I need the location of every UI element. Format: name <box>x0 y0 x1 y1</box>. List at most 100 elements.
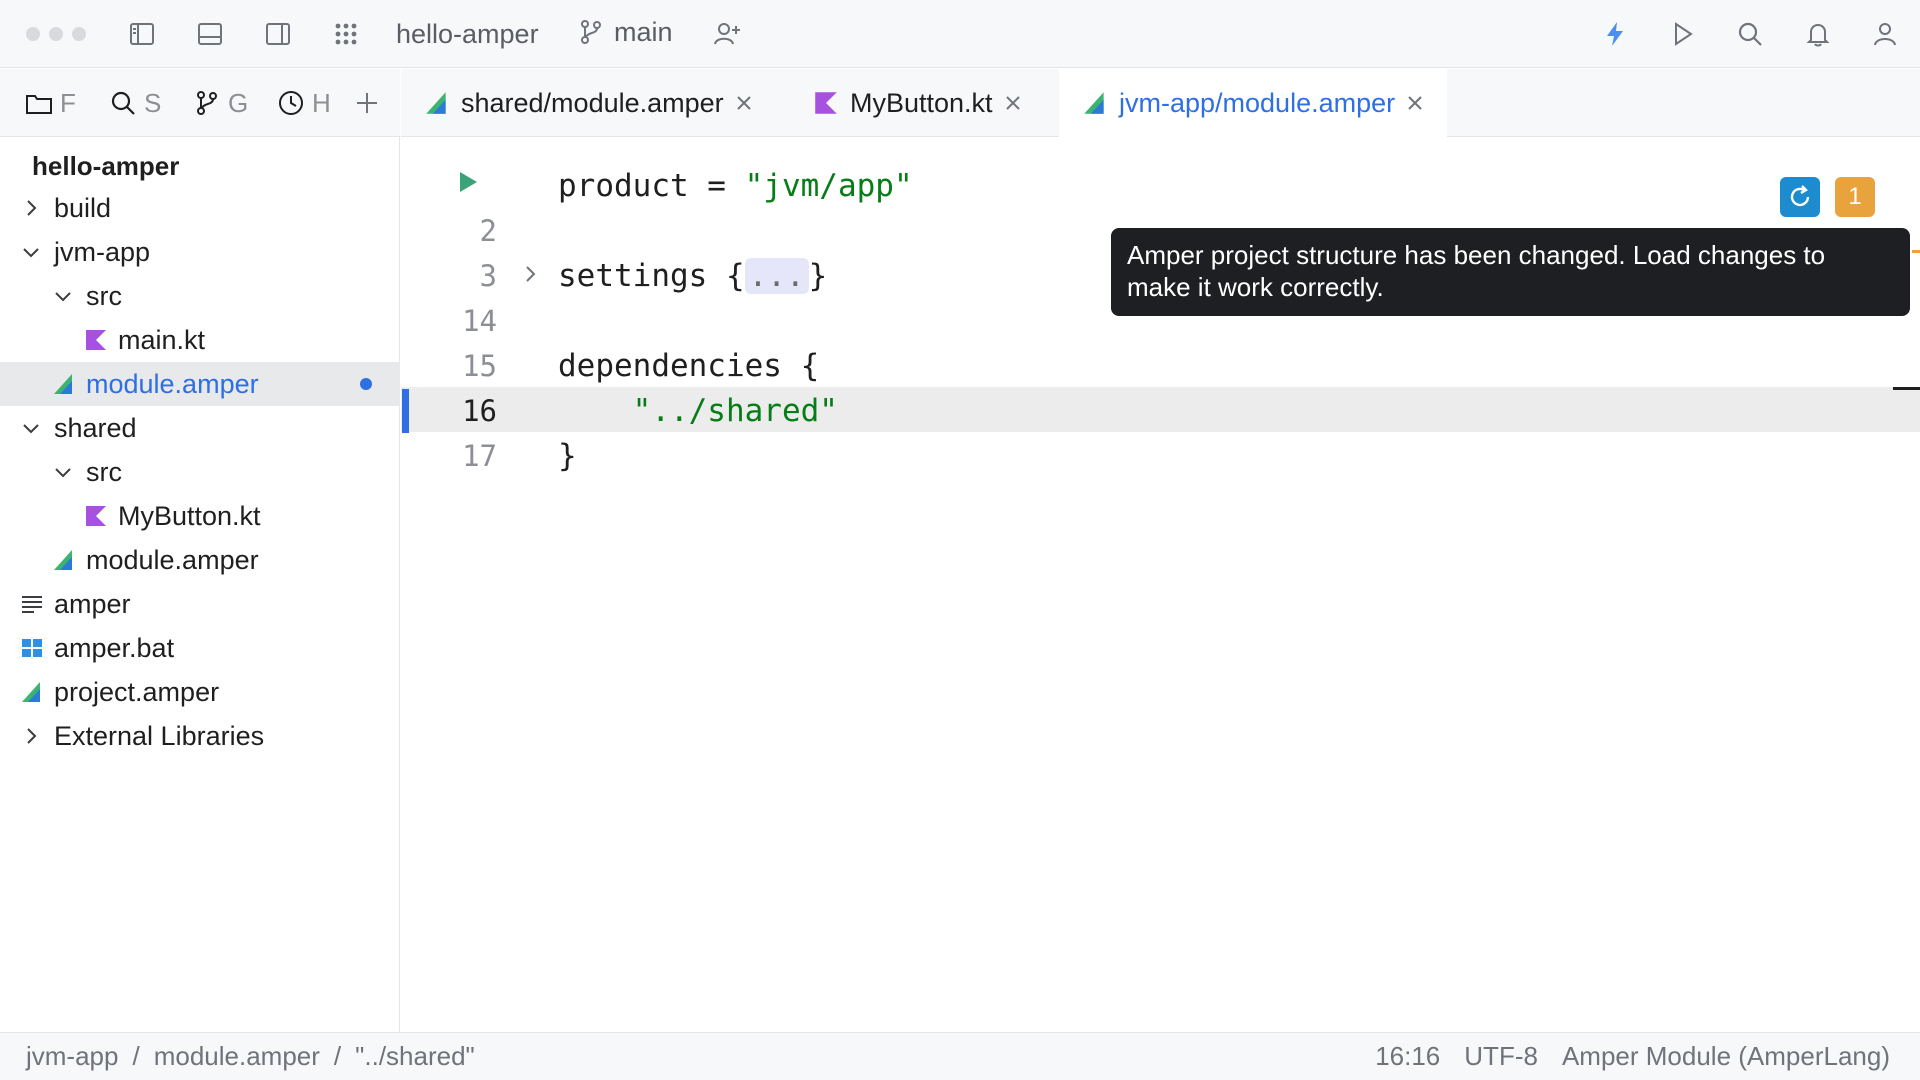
tree-item[interactable]: amper <box>0 582 400 626</box>
tree-item[interactable]: build <box>0 186 400 230</box>
maximize-window-button[interactable] <box>72 27 86 41</box>
close-tab-icon[interactable] <box>1405 93 1425 113</box>
kotlin-icon <box>82 326 110 354</box>
editor-tab[interactable]: jvm-app/module.amper <box>1059 69 1448 137</box>
plus-icon <box>357 93 377 113</box>
tree-item-label: amper <box>54 588 131 619</box>
code-text: dependencies { <box>558 348 820 384</box>
modified-indicator <box>360 378 372 390</box>
tree-item[interactable]: module.amper <box>0 538 400 582</box>
file-encoding[interactable]: UTF-8 <box>1464 1041 1538 1072</box>
chevron-right-icon[interactable] <box>18 195 44 221</box>
warnings-count-badge[interactable]: 1 <box>1835 177 1875 217</box>
run-gutter-icon[interactable] <box>455 169 481 195</box>
scrollbar-caret-marker <box>1893 387 1920 390</box>
breadcrumb: jvm-app / module.amper / "../shared" <box>26 1041 475 1072</box>
tool-tab-label: S <box>144 87 162 118</box>
tree-item[interactable]: project.amper <box>0 670 400 714</box>
code-line: dependencies { <box>558 344 819 388</box>
toggle-right-panel-icon[interactable] <box>260 16 296 52</box>
breadcrumb-item[interactable]: "../shared" <box>355 1041 475 1072</box>
tree-item-label: module.amper <box>86 368 259 399</box>
minimize-window-button[interactable] <box>49 27 63 41</box>
tree-item[interactable]: main.kt <box>0 318 400 362</box>
search-icon <box>111 91 135 115</box>
folded-region[interactable]: ... <box>744 258 809 294</box>
code-line: settings {...} <box>558 254 827 298</box>
add-tool-tab-button[interactable] <box>352 85 382 121</box>
editor-tab-label: shared/module.amper <box>461 87 724 118</box>
code-line-current: "../shared" <box>558 393 838 429</box>
tree-item[interactable]: amper.bat <box>0 626 400 670</box>
line-number: 2 <box>479 214 497 248</box>
close-tab-icon[interactable] <box>1003 93 1023 113</box>
file-type[interactable]: Amper Module (AmperLang) <box>1562 1041 1890 1072</box>
amper-icon <box>1081 89 1109 117</box>
scrollbar-warning-marker <box>1912 250 1920 253</box>
close-window-button[interactable] <box>26 27 40 41</box>
close-tab-icon[interactable] <box>734 93 754 113</box>
tree-item-label: shared <box>54 412 137 443</box>
folder-icon <box>26 95 52 114</box>
fold-expand-icon[interactable] <box>519 263 541 285</box>
add-user-icon[interactable] <box>709 16 745 52</box>
ai-assistant-icon[interactable] <box>1597 16 1633 52</box>
project-root-title[interactable]: hello-amper <box>32 151 179 182</box>
search-icon[interactable] <box>1732 16 1768 52</box>
profile-icon[interactable] <box>1867 16 1903 52</box>
tree-item-label: External Libraries <box>54 720 265 751</box>
tree-item[interactable]: MyButton.kt <box>0 494 400 538</box>
toggle-bottom-panel-icon[interactable] <box>192 16 228 52</box>
breadcrumb-item[interactable]: module.amper <box>154 1041 320 1072</box>
chevron-down-icon[interactable] <box>18 415 44 441</box>
line-number-current: 16 <box>462 394 497 428</box>
editor-tab-label: MyButton.kt <box>850 87 993 118</box>
tool-tab-history[interactable]: H <box>276 85 331 121</box>
chevron-right-icon[interactable] <box>18 723 44 749</box>
tool-tab-git[interactable]: G <box>192 85 248 121</box>
tree-item[interactable]: module.amper <box>0 362 400 406</box>
main-menu-grid-icon[interactable] <box>328 16 364 52</box>
editor-tab[interactable]: shared/module.amper <box>401 69 776 137</box>
tool-tab-search[interactable]: S <box>108 85 161 121</box>
run-icon[interactable] <box>1664 16 1700 52</box>
editor-tabs-bar: shared/module.amper MyButton.kt jvm-app/mo… <box>401 69 1920 137</box>
branch-name: main <box>614 17 673 47</box>
branch-widget[interactable]: main <box>576 16 673 48</box>
amper-icon <box>50 546 78 574</box>
tree-item[interactable]: jvm-app <box>0 230 400 274</box>
code-string: "jvm/app" <box>744 168 913 204</box>
chevron-down-icon[interactable] <box>50 459 76 485</box>
tree-item-label: src <box>86 456 122 487</box>
editor-tab[interactable]: MyButton.kt <box>790 69 1045 137</box>
caret-position[interactable]: 16:16 <box>1375 1041 1440 1072</box>
breadcrumb-item[interactable]: jvm-app <box>26 1041 118 1072</box>
window-controls[interactable] <box>26 27 86 41</box>
code-key: product = <box>558 168 745 204</box>
tree-item-label: project.amper <box>54 676 220 707</box>
amper-icon <box>423 89 451 117</box>
load-amper-changes-button[interactable] <box>1780 177 1820 217</box>
chevron-down-icon[interactable] <box>18 239 44 265</box>
text-file-icon <box>18 590 46 618</box>
chevron-down-icon[interactable] <box>50 283 76 309</box>
tree-item[interactable]: src <box>0 450 400 494</box>
code-text: settings { <box>558 258 745 294</box>
notifications-bell-icon[interactable] <box>1800 16 1836 52</box>
branch-icon <box>581 20 601 44</box>
line-number: 14 <box>462 304 497 338</box>
tool-tab-project[interactable]: F <box>24 85 76 121</box>
load-changes-tooltip: Amper project structure has been changed… <box>1111 228 1910 316</box>
code-line: } <box>558 438 577 474</box>
tree-item[interactable]: shared <box>0 406 400 450</box>
history-icon <box>279 91 303 115</box>
tree-item[interactable]: External Libraries <box>0 714 400 758</box>
tree-item-label: main.kt <box>118 324 206 355</box>
kotlin-icon <box>82 502 110 530</box>
line-number: 17 <box>462 439 497 473</box>
project-name[interactable]: hello-amper <box>396 18 539 50</box>
breadcrumb-separator: / <box>132 1041 140 1071</box>
toggle-left-panel-icon[interactable] <box>124 16 160 52</box>
tree-item[interactable]: src <box>0 274 400 318</box>
tool-window-tabs: F S G H <box>0 69 400 137</box>
